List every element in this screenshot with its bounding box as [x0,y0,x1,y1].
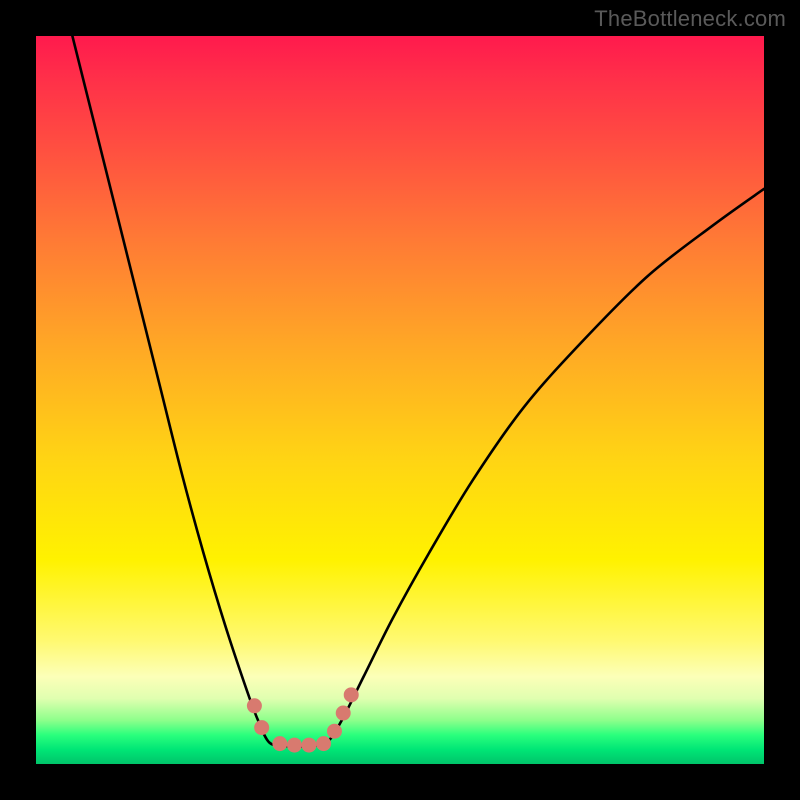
data-marker [247,698,262,713]
data-marker [336,706,351,721]
data-marker [302,738,317,753]
bottleneck-curve [72,36,764,747]
data-marker [272,736,287,751]
curve-group [72,36,764,747]
chart-svg [36,36,764,764]
data-marker [287,738,302,753]
chart-frame: TheBottleneck.com [0,0,800,800]
watermark-text: TheBottleneck.com [594,6,786,32]
data-marker [344,687,359,702]
data-marker [254,720,269,735]
data-marker [327,724,342,739]
marker-group [247,687,359,752]
plot-area [36,36,764,764]
data-marker [316,736,331,751]
